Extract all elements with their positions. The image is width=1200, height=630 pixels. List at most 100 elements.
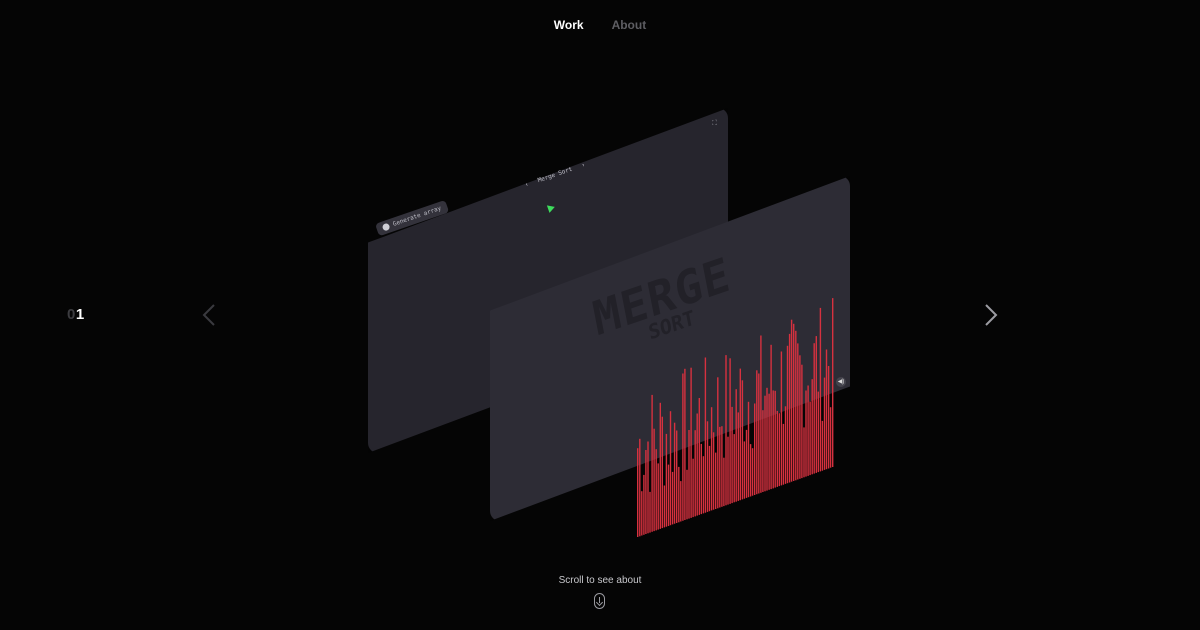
sort-bar bbox=[690, 367, 692, 518]
sort-bar bbox=[700, 443, 702, 515]
sort-bar bbox=[719, 426, 721, 508]
sort-bar bbox=[809, 401, 811, 476]
sort-bar bbox=[793, 323, 795, 481]
sort-bar bbox=[745, 429, 748, 498]
sort-bar bbox=[799, 355, 801, 479]
sort-bar bbox=[704, 357, 707, 513]
sort-bar bbox=[807, 385, 809, 476]
scroll-hint: Scroll to see about bbox=[558, 575, 642, 586]
sort-bar bbox=[645, 450, 647, 534]
sort-bar bbox=[821, 420, 824, 471]
sort-bar bbox=[678, 466, 680, 523]
sort-bar bbox=[747, 401, 750, 498]
sort-bar bbox=[764, 395, 766, 492]
sort-bar bbox=[641, 491, 643, 536]
sort-bar bbox=[801, 364, 803, 479]
sort-bar bbox=[756, 370, 758, 495]
sort-bar bbox=[823, 377, 826, 470]
sort-bar bbox=[708, 445, 711, 512]
sort-bar bbox=[770, 344, 772, 490]
sort-bar bbox=[754, 403, 756, 495]
sort-bar bbox=[768, 393, 770, 490]
sort-bar bbox=[825, 349, 828, 470]
sort-bar bbox=[667, 464, 670, 526]
sort-bar bbox=[797, 343, 799, 480]
sort-bar bbox=[676, 430, 678, 523]
sort-bar bbox=[696, 413, 698, 516]
sort-bar bbox=[643, 474, 645, 535]
sort-bar bbox=[669, 411, 672, 526]
sort-bar bbox=[671, 471, 674, 525]
sort-bar bbox=[741, 380, 744, 500]
sort-bar bbox=[817, 391, 819, 473]
sort-bar bbox=[772, 390, 774, 489]
sort-bar bbox=[805, 390, 807, 477]
sort-bar bbox=[715, 452, 717, 509]
sort-bar bbox=[710, 407, 713, 511]
sort-bar bbox=[686, 469, 688, 520]
sort-bar bbox=[778, 413, 780, 487]
sort-bar bbox=[706, 421, 709, 512]
sort-bar bbox=[663, 485, 666, 528]
sort-bar bbox=[665, 433, 668, 527]
sort-bar bbox=[684, 368, 686, 520]
sort-bar bbox=[733, 434, 735, 503]
sort-bar bbox=[657, 463, 659, 530]
sort-bar bbox=[819, 307, 822, 472]
sort-bar bbox=[698, 398, 700, 515]
sort-bar bbox=[659, 402, 661, 529]
sort-bar bbox=[725, 355, 727, 506]
sort-bar bbox=[735, 389, 737, 502]
sort-bar bbox=[639, 438, 641, 537]
sort-bar bbox=[803, 427, 805, 478]
sort-bar bbox=[729, 358, 731, 504]
sort-bar bbox=[790, 319, 793, 482]
sort-bar bbox=[743, 441, 746, 499]
sort-bar bbox=[727, 436, 729, 505]
sort-bar bbox=[784, 406, 787, 484]
sort-bar bbox=[832, 298, 834, 467]
sort-bar bbox=[653, 428, 655, 532]
sort-bar bbox=[694, 430, 696, 517]
sort-bar bbox=[829, 407, 832, 468]
sort-bar bbox=[637, 448, 639, 537]
sort-bar bbox=[692, 458, 694, 518]
sort-bar bbox=[731, 406, 733, 504]
sort-bar bbox=[739, 368, 741, 501]
sort-bar bbox=[762, 410, 764, 492]
sort-bar bbox=[780, 351, 783, 486]
sort-bar bbox=[682, 373, 684, 521]
sort-bar bbox=[760, 335, 762, 493]
sort-bar bbox=[774, 390, 776, 488]
sort-bar bbox=[782, 423, 785, 485]
sort-bar bbox=[717, 377, 719, 509]
sort-bar bbox=[751, 448, 754, 496]
sort-bars-visualization bbox=[637, 298, 834, 537]
sort-bar bbox=[655, 449, 657, 531]
sort-bar bbox=[680, 481, 682, 522]
sort-bar bbox=[647, 441, 649, 534]
sort-bar bbox=[712, 432, 715, 510]
sound-icon[interactable]: ◀) bbox=[836, 377, 846, 387]
sort-bar bbox=[702, 456, 705, 514]
sort-bar bbox=[661, 416, 663, 529]
sort-bar bbox=[723, 457, 725, 507]
sort-bar bbox=[766, 387, 768, 491]
sort-bar bbox=[776, 410, 778, 487]
sort-bar bbox=[795, 330, 797, 481]
sort-bar bbox=[788, 333, 791, 483]
sort-bar bbox=[688, 430, 690, 519]
sort-bar bbox=[651, 394, 653, 532]
sort-bar bbox=[749, 444, 752, 497]
sort-bar bbox=[827, 366, 830, 469]
sort-bar bbox=[649, 491, 651, 533]
sort-bar bbox=[673, 422, 676, 524]
sort-bar bbox=[721, 426, 723, 507]
sort-bar bbox=[737, 412, 739, 501]
sort-bar bbox=[811, 379, 813, 475]
mouse-scroll-icon[interactable] bbox=[594, 593, 605, 609]
sort-bar bbox=[813, 343, 815, 474]
sort-bar bbox=[758, 373, 760, 494]
sort-bar bbox=[786, 345, 789, 484]
project-preview[interactable]: Generate array ‹ Merge Sort › ⛶ MERGE SO… bbox=[0, 0, 1200, 630]
